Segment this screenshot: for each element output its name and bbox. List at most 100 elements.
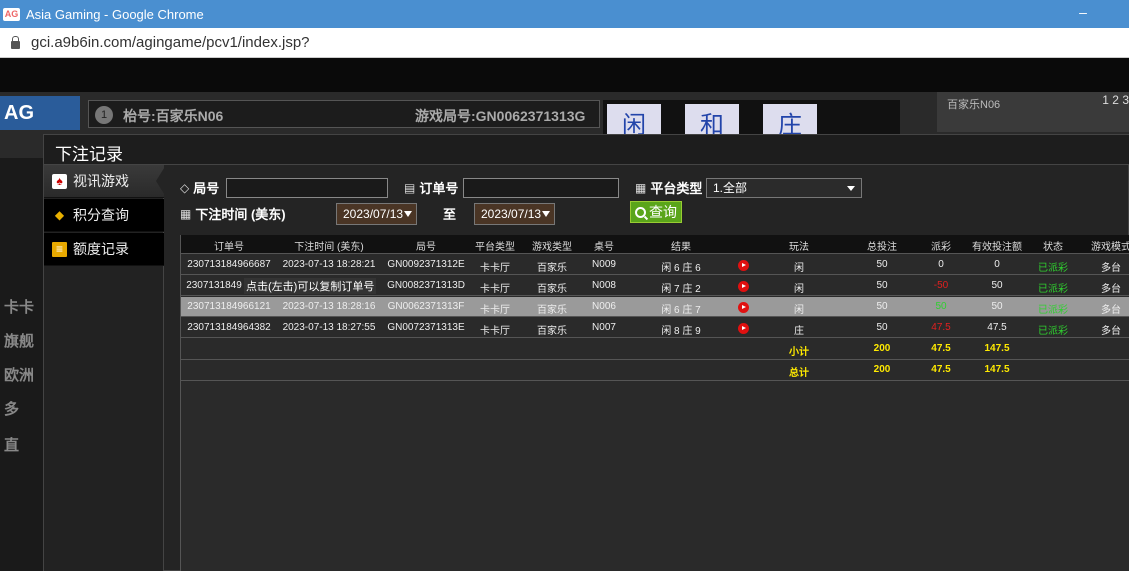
result-cell: 闲 6 庄 6 (661, 263, 701, 274)
valid-cell: 50 (991, 280, 1003, 291)
copy-order-tooltip: 点击(左击)可以复制订单号 (244, 278, 377, 294)
status-cell: 已派彩 (1038, 284, 1068, 295)
sidebar-item-label: 积分查询 (73, 207, 129, 223)
modal-header: 下注记录 (44, 135, 1129, 165)
round-input[interactable] (226, 178, 388, 198)
total-label: 总计 (789, 368, 809, 379)
time-cell: 2023-07-13 18:28:16 (282, 301, 376, 312)
sidebar-item-points[interactable]: ◆ 积分查询 (44, 199, 164, 232)
game-cell: 百家乐 (537, 284, 567, 295)
query-button[interactable]: 查询 (630, 201, 682, 223)
time-filter-label: ▦ 下注时间 (美东) (180, 206, 286, 223)
payout-cell: 50 (935, 301, 947, 312)
valid-cell: 50 (991, 301, 1003, 312)
total-payout: 47.5 (931, 364, 951, 375)
payout-cell: 47.5 (931, 322, 951, 333)
document-icon: ≡ (52, 241, 67, 257)
diamond-icon: ◆ (54, 207, 65, 222)
col-header: 订单号 (214, 242, 244, 253)
game-cell: 百家乐 (537, 263, 567, 274)
payout-cell: -50 (933, 280, 949, 291)
play-cell: 闲 (794, 284, 804, 295)
date-to-select[interactable]: 2023/07/13 (474, 203, 555, 225)
order-cell[interactable]: 2307131849 (185, 280, 243, 291)
play-video-icon[interactable] (738, 302, 749, 313)
modal-title: 下注记录 (55, 145, 123, 164)
platform-cell: 卡卡厅 (480, 284, 510, 295)
play-cell: 闲 (794, 263, 804, 274)
col-header: 桌号 (594, 242, 614, 253)
payout-cell: 0 (938, 259, 944, 270)
tag-icon: ◇ (180, 180, 190, 195)
bet-cell: 50 (876, 280, 888, 291)
time-cell: 2023-07-13 18:27:55 (282, 322, 376, 333)
browser-titlebar: AG Asia Gaming - Google Chrome – (0, 0, 1129, 28)
play-video-icon[interactable] (738, 260, 749, 271)
status-cell: 已派彩 (1038, 305, 1068, 316)
bet-cell: 50 (876, 322, 888, 333)
lobby-item[interactable]: 直 (4, 434, 19, 455)
play-video-icon[interactable] (738, 323, 749, 334)
lobby-left-strip: 卡卡 旗舰 欧洲 多 直 (0, 158, 43, 571)
ag-logo: AG (0, 96, 80, 130)
mode-cell: 多台 (1101, 326, 1121, 337)
bet-cell: 50 (876, 259, 888, 270)
lobby-item[interactable]: 旗舰 (4, 330, 34, 351)
status-cell: 已派彩 (1038, 263, 1068, 274)
sidebar-item-credit-records[interactable]: ≡ 额度记录 (44, 233, 164, 266)
chevron-down-icon (847, 186, 855, 191)
lock-icon (11, 35, 20, 49)
play-cell: 庄 (794, 326, 804, 337)
col-header: 局号 (416, 242, 436, 253)
sidebar-item-label: 视讯游戏 (73, 173, 129, 189)
status-cell: 已派彩 (1038, 326, 1068, 337)
platform-cell: 卡卡厅 (480, 263, 510, 274)
col-header: 玩法 (789, 242, 809, 253)
table-cell: N006 (592, 301, 616, 312)
table-row[interactable]: 230713184966687 2023-07-13 18:28:21 GN00… (181, 255, 1129, 275)
col-header: 总投注 (867, 242, 897, 253)
result-cell: 闲 7 庄 2 (661, 284, 701, 295)
platform-select[interactable]: 1.全部 (706, 178, 862, 198)
col-header: 状态 (1043, 242, 1063, 253)
table-header-row: 订单号 下注时间 (美东) 局号 平台类型 游戏类型 桌号 结果 玩法 总投注 … (181, 235, 1129, 254)
total-bet: 200 (873, 364, 891, 375)
sidebar-item-video-games[interactable]: ♠ 视讯游戏 (44, 165, 166, 198)
subtotal-label: 小计 (789, 347, 809, 358)
sidebar-item-label: 额度记录 (73, 241, 129, 257)
table-row[interactable]: 230713184964382 2023-07-13 18:27:55 GN00… (181, 318, 1129, 338)
game-cell: 百家乐 (537, 305, 567, 316)
order-cell[interactable]: 230713184966121 (185, 301, 273, 312)
col-header: 下注时间 (美东) (294, 242, 364, 253)
list-icon: ▦ (635, 180, 647, 195)
date-from-select[interactable]: 2023/07/13 (336, 203, 417, 225)
order-cell[interactable]: 230713184964382 (185, 322, 273, 333)
platform-cell: 卡卡厅 (480, 305, 510, 316)
table-number-badge: 1 (95, 106, 113, 124)
order-cell[interactable]: 230713184966687 (185, 259, 273, 270)
lobby-item[interactable]: 欧洲 (4, 364, 34, 385)
round-cell: GN0092371312E (387, 259, 465, 270)
bet-record-table: 订单号 下注时间 (美东) 局号 平台类型 游戏类型 桌号 结果 玩法 总投注 … (180, 235, 1129, 571)
clipboard-icon: ▤ (404, 180, 416, 195)
col-header: 有效投注额 (972, 242, 1022, 253)
minimize-button[interactable]: – (1075, 4, 1091, 20)
table-row[interactable]: 230713184966121 2023-07-13 18:28:16 GN00… (181, 297, 1129, 317)
result-cell: 闲 8 庄 9 (661, 326, 701, 337)
platform-cell: 卡卡厅 (480, 326, 510, 337)
play-video-icon[interactable] (738, 281, 749, 292)
table-label: 枱号:百家乐N06 (123, 108, 224, 124)
table-cell: N007 (592, 322, 616, 333)
ag-favicon-icon: AG (3, 7, 20, 21)
video-page-numbers[interactable]: 1 2 3 (1102, 93, 1129, 107)
url-text[interactable]: gci.a9b6in.com/agingame/pcv1/index.jsp? (31, 34, 310, 51)
order-input[interactable] (463, 178, 619, 198)
mode-cell: 多台 (1101, 305, 1121, 316)
video-panel: 百家乐N06 1 2 3 (937, 92, 1129, 132)
address-bar[interactable]: gci.a9b6in.com/agingame/pcv1/index.jsp? (0, 28, 1129, 58)
window-title: Asia Gaming - Google Chrome (26, 6, 204, 22)
time-cell: 2023-07-13 18:28:21 (282, 259, 376, 270)
lobby-item[interactable]: 多 (4, 398, 19, 419)
result-cell: 闲 6 庄 7 (661, 305, 701, 316)
lobby-item[interactable]: 卡卡 (4, 296, 34, 317)
